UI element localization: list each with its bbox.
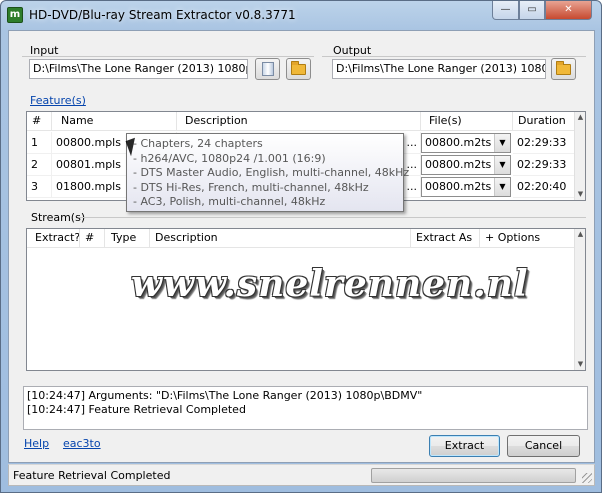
col-type[interactable]: Type [105, 229, 150, 248]
window-title: HD-DVD/Blu-ray Stream Extractor v0.8.377… [29, 8, 296, 22]
col-number[interactable]: # [27, 112, 52, 131]
feature-file-dropdown[interactable]: 00800.m2ts ▼ [421, 177, 511, 197]
feature-file-value: 00800.m2ts [425, 158, 492, 171]
col-stream-description[interactable]: Description [150, 229, 411, 248]
scroll-down-icon[interactable]: ▼ [575, 359, 585, 370]
app-icon[interactable]: m [7, 7, 23, 23]
output-browse-button[interactable] [551, 58, 576, 80]
col-options[interactable]: + Options [480, 229, 575, 248]
status-text: Feature Retrieval Completed [13, 469, 171, 482]
feature-file-value: 00800.m2ts [425, 180, 492, 193]
streams-scrollbar[interactable]: ▲ ▼ [574, 229, 585, 370]
col-files[interactable]: File(s) [421, 112, 513, 131]
tooltip-line: - AC3, Polish, multi-channel, 48kHz [133, 195, 326, 208]
scroll-up-icon[interactable]: ▲ [575, 229, 585, 240]
feature-number: 3 [27, 176, 52, 198]
resize-grip-icon[interactable] [582, 473, 592, 483]
feature-file-value: 00800.m2ts [425, 136, 492, 149]
col-name[interactable]: Name [52, 112, 177, 131]
col-duration[interactable]: Duration [513, 112, 575, 131]
close-button[interactable]: ✕ [545, 1, 592, 20]
input-path-field[interactable]: D:\Films\The Lone Ranger (2013) 1080p\BD… [29, 59, 248, 79]
feature-file-dropdown[interactable]: 00800.m2ts ▼ [421, 155, 511, 175]
output-label: Output [333, 44, 372, 57]
input-label: Input [30, 44, 59, 57]
folder-icon [291, 61, 306, 75]
scroll-up-icon[interactable]: ▲ [575, 112, 585, 123]
features-scrollbar[interactable]: ▲ ▼ [574, 112, 585, 200]
tooltip-line: - Chapters, 24 chapters [133, 137, 263, 150]
features-header: # Name Description File(s) Duration [27, 112, 575, 131]
title-bar[interactable]: m HD-DVD/Blu-ray Stream Extractor v0.8.3… [1, 1, 601, 29]
help-link[interactable]: Help [24, 437, 49, 450]
cancel-button[interactable]: Cancel [507, 435, 580, 457]
col-extract-as[interactable]: Extract As [411, 229, 480, 248]
log-line: [10:24:47] Feature Retrieval Completed [27, 403, 246, 416]
input-disc-button[interactable] [255, 58, 280, 80]
feature-file-dropdown[interactable]: 00800.m2ts ▼ [421, 133, 511, 153]
feature-duration: 02:29:33 [513, 154, 575, 176]
log-output[interactable]: [10:24:47] Arguments: "D:\Films\The Lone… [23, 386, 588, 430]
input-browse-button[interactable] [286, 58, 311, 80]
chevron-down-icon[interactable]: ▼ [494, 134, 510, 152]
progress-bar [371, 468, 576, 483]
tooltip-line: - DTS Master Audio, English, multi-chann… [133, 166, 410, 179]
streams-list[interactable]: Extract? # Type Description Extract As +… [26, 228, 586, 371]
streams-label: Stream(s) [31, 211, 86, 224]
disc-icon [262, 62, 274, 76]
streams-group-border [79, 217, 586, 218]
tooltip-line: - DTS Hi-Res, French, multi-channel, 48k… [133, 180, 369, 194]
streams-header: Extract? # Type Description Extract As +… [27, 229, 575, 248]
minimize-button[interactable]: — [492, 1, 519, 20]
feature-number: 1 [27, 132, 52, 154]
chevron-down-icon[interactable]: ▼ [494, 178, 510, 196]
feature-tooltip: - Chapters, 24 chapters - h264/AVC, 1080… [126, 133, 410, 212]
eac3to-link[interactable]: eac3to [63, 437, 101, 450]
input-group-border [22, 56, 314, 57]
extract-button[interactable]: Extract [429, 435, 500, 457]
client-area: Input D:\Films\The Lone Ranger (2013) 10… [8, 30, 595, 463]
feature-duration: 02:20:40 [513, 176, 575, 198]
feature-number: 2 [27, 154, 52, 176]
chevron-down-icon[interactable]: ▼ [494, 156, 510, 174]
log-line: [10:24:47] Arguments: "D:\Films\The Lone… [27, 389, 423, 402]
maximize-button[interactable]: ▭ [519, 1, 545, 20]
col-description[interactable]: Description [177, 112, 421, 131]
output-path-field[interactable]: D:\Films\The Lone Ranger (2013) 1080p\BD… [332, 59, 546, 79]
scroll-down-icon[interactable]: ▼ [575, 189, 585, 200]
feature-duration: 02:29:33 [513, 132, 575, 154]
col-extract[interactable]: Extract? [27, 229, 80, 248]
features-link[interactable]: Feature(s) [30, 94, 86, 107]
col-stream-number[interactable]: # [80, 229, 105, 248]
app-window: m HD-DVD/Blu-ray Stream Extractor v0.8.3… [0, 0, 602, 493]
tooltip-line: - h264/AVC, 1080p24 /1.001 (16:9) [133, 151, 326, 165]
status-bar: Feature Retrieval Completed [8, 464, 595, 486]
folder-icon [556, 61, 571, 75]
